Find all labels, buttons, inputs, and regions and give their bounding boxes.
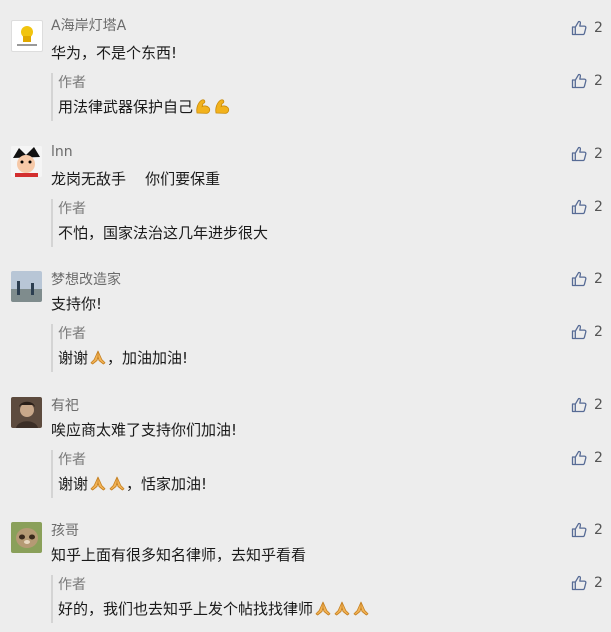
comment-text: 唉应商太难了支持你们加油! bbox=[51, 421, 238, 439]
reply-divider bbox=[51, 324, 53, 372]
reply-like-button[interactable]: 2 bbox=[571, 574, 607, 592]
reply-author: 作者 bbox=[58, 452, 86, 468]
reply-like-button[interactable]: 2 bbox=[571, 198, 607, 216]
comment-nickname[interactable]: lnn bbox=[51, 144, 73, 160]
folded-hands-icon bbox=[333, 599, 351, 617]
photo-avatar-icon[interactable] bbox=[11, 397, 42, 428]
reply-divider bbox=[51, 199, 53, 247]
thumbs-up-icon bbox=[571, 146, 587, 162]
like-count: 2 bbox=[594, 324, 603, 340]
like-button[interactable]: 2 bbox=[571, 396, 607, 414]
like-count: 2 bbox=[594, 73, 603, 89]
landscape-avatar-icon[interactable] bbox=[11, 271, 42, 302]
folded-hands-icon bbox=[89, 474, 107, 492]
flexed-biceps-icon bbox=[213, 97, 231, 115]
reply-author: 作者 bbox=[58, 326, 86, 342]
sloth-avatar-icon[interactable] bbox=[11, 522, 42, 553]
reply-text: 谢谢 ，加油加油! bbox=[58, 348, 189, 367]
thumbs-up-icon bbox=[571, 199, 587, 215]
comment-nickname[interactable]: A海岸灯塔A bbox=[51, 15, 126, 35]
thumbs-up-icon bbox=[571, 522, 587, 538]
like-button[interactable]: 2 bbox=[571, 521, 607, 539]
thumbs-up-icon bbox=[571, 397, 587, 413]
like-count: 2 bbox=[594, 199, 603, 215]
thumbs-up-icon bbox=[571, 450, 587, 466]
like-count: 2 bbox=[594, 146, 603, 162]
like-count: 2 bbox=[594, 522, 603, 538]
folded-hands-icon bbox=[352, 599, 370, 617]
reply-divider bbox=[51, 73, 53, 121]
thumbs-up-icon bbox=[571, 271, 587, 287]
like-count: 2 bbox=[594, 397, 603, 413]
folded-hands-icon bbox=[89, 348, 107, 366]
thumbs-up-icon bbox=[571, 20, 587, 36]
reply-text: 不怕，国家法治这几年进步很大 bbox=[58, 224, 269, 242]
reply-text: 用法律武器保护自己 bbox=[58, 96, 231, 117]
comment-nickname[interactable]: 有祀 bbox=[51, 395, 79, 415]
thumbs-up-icon bbox=[571, 324, 587, 340]
reply-author: 作者 bbox=[58, 75, 86, 91]
like-button[interactable]: 2 bbox=[571, 270, 607, 288]
thumbs-up-icon bbox=[571, 575, 587, 591]
comment-text: 龙岗无敌手 你们要保重 bbox=[51, 170, 221, 188]
reply-like-button[interactable]: 2 bbox=[571, 323, 607, 341]
comment-nickname[interactable]: 梦想改造家 bbox=[51, 269, 121, 289]
reply-divider bbox=[51, 575, 53, 623]
reply-text: 好的，我们也去知乎上发个帖找找律师 bbox=[58, 598, 370, 619]
reply-like-button[interactable]: 2 bbox=[571, 72, 607, 90]
like-button[interactable]: 2 bbox=[571, 19, 607, 37]
folded-hands-icon bbox=[108, 474, 126, 492]
reply-author: 作者 bbox=[58, 201, 86, 217]
like-count: 2 bbox=[594, 450, 603, 466]
thumbs-up-icon bbox=[571, 73, 587, 89]
lighthouse-avatar-icon[interactable] bbox=[11, 20, 43, 52]
reply-divider bbox=[51, 450, 53, 498]
comment-nickname[interactable]: 孩哥 bbox=[51, 520, 79, 540]
reply-like-button[interactable]: 2 bbox=[571, 449, 607, 467]
comment-text: 华为，不是个东西! bbox=[51, 44, 178, 62]
folded-hands-icon bbox=[314, 599, 332, 617]
reply-text: 谢谢 ，恬家加油! bbox=[58, 474, 208, 493]
cartoon-avatar-icon[interactable] bbox=[11, 146, 42, 177]
reply-author: 作者 bbox=[58, 577, 86, 593]
flexed-biceps-icon bbox=[194, 97, 212, 115]
like-button[interactable]: 2 bbox=[571, 145, 607, 163]
like-count: 2 bbox=[594, 575, 603, 591]
comment-text: 知乎上面有很多知名律师，去知乎看看 bbox=[51, 546, 307, 564]
comment-text: 支持你! bbox=[51, 295, 103, 313]
like-count: 2 bbox=[594, 271, 603, 287]
like-count: 2 bbox=[594, 20, 603, 36]
